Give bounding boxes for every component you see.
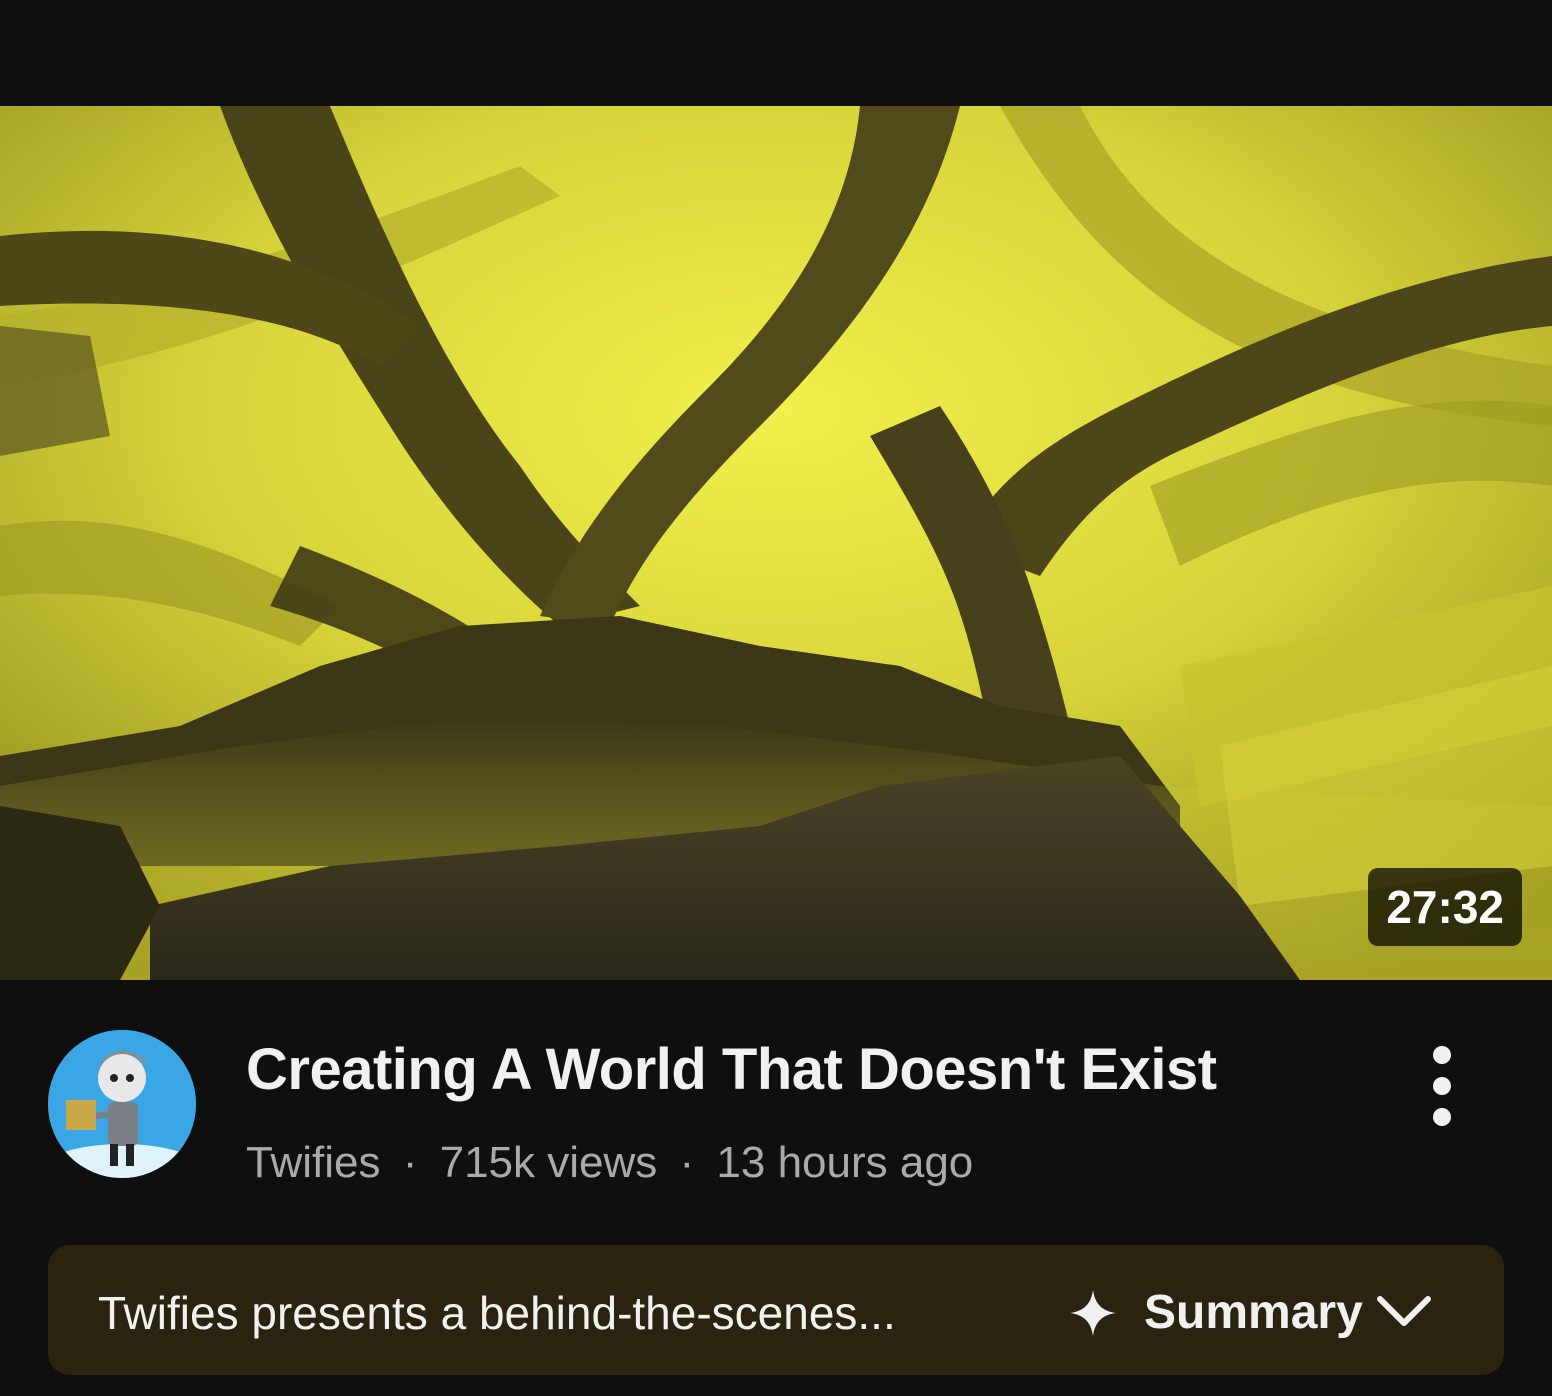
video-card: 27:32 Creating A World That Doesn't Exis… <box>0 0 1552 1396</box>
summary-label: Summary <box>1144 1286 1363 1339</box>
video-byline: Twifies · 715k views · 13 hours ago <box>246 1138 973 1188</box>
summary-bar[interactable]: Twifies presents a behind-the-scenes... … <box>48 1245 1504 1375</box>
more-options-button[interactable] <box>1412 1036 1472 1136</box>
thumbnail-image <box>0 106 1552 980</box>
avatar-image <box>48 1030 196 1178</box>
video-meta-row: Creating A World That Doesn't Exist Twif… <box>0 1020 1552 1210</box>
byline-separator: · <box>402 1138 418 1187</box>
chevron-down-icon <box>1377 1296 1431 1326</box>
view-count: 715k views <box>439 1138 658 1187</box>
sparkle-icon <box>1070 1290 1116 1336</box>
summary-text: Twifies presents a behind-the-scenes... <box>98 1287 896 1339</box>
upload-age: 13 hours ago <box>716 1138 974 1187</box>
channel-name[interactable]: Twifies <box>246 1138 380 1187</box>
video-duration-badge: 27:32 <box>1368 868 1522 946</box>
video-title[interactable]: Creating A World That Doesn't Exist <box>246 1036 1346 1103</box>
channel-avatar[interactable] <box>48 1030 196 1178</box>
video-thumbnail[interactable]: 27:32 <box>0 106 1552 980</box>
byline-separator: · <box>679 1138 695 1187</box>
summary-button[interactable]: Summary <box>1068 1245 1478 1375</box>
